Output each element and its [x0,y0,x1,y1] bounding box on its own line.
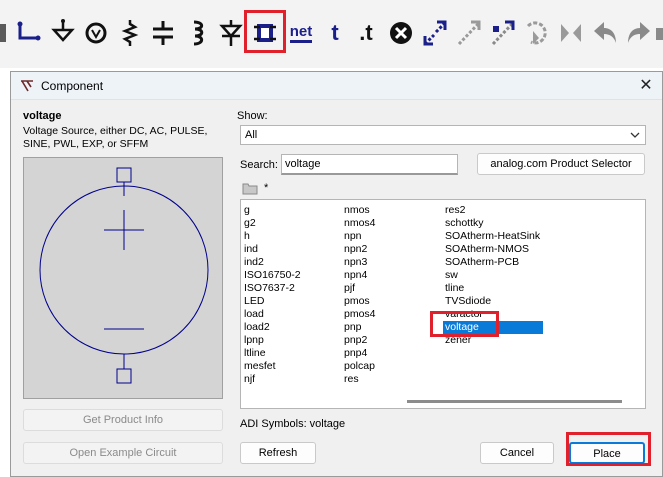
list-item[interactable]: npn3 [344,256,376,269]
list-item[interactable]: mesfet [244,360,301,373]
cancel-button[interactable]: Cancel [480,442,554,464]
list-item[interactable]: ind2 [244,256,301,269]
inductor-icon[interactable] [185,14,211,52]
list-item[interactable]: res2 [445,204,543,217]
symbol-preview [23,157,223,399]
list-item[interactable]: nmos4 [344,217,376,230]
list-item[interactable]: schottky [445,217,543,230]
list-item[interactable]: pnp2 [344,334,376,347]
product-selector-button[interactable]: analog.com Product Selector [477,153,645,175]
folder-icon[interactable] [242,182,258,198]
horizontal-scrollbar[interactable] [407,400,622,403]
undo-icon[interactable] [592,14,618,52]
get-product-info-button[interactable]: Get Product Info [23,409,223,431]
capacitor-icon[interactable] [150,14,176,52]
chevron-down-icon [629,127,641,146]
dialog-title: Component [41,79,104,93]
component-description: Voltage Source, either DC, AC, PULSE, SI… [23,125,208,150]
list-item[interactable]: res [344,373,376,386]
spice-directive-label: .t [359,20,373,45]
rotate-icon[interactable] [523,14,549,52]
list-item[interactable]: npn4 [344,269,376,282]
close-icon[interactable]: ✕ [636,76,656,96]
wire-icon[interactable] [16,14,42,52]
list-item[interactable]: pnp4 [344,347,376,360]
partial-tool-right-icon[interactable] [655,14,663,52]
place-button-highlight [566,432,651,466]
resistor-icon[interactable] [117,14,143,52]
list-item[interactable]: pmos [344,295,376,308]
search-label: Search: [240,159,278,171]
list-item[interactable]: SOAtherm-HeatSink [445,230,543,243]
spice-directive-icon[interactable]: .t [353,14,379,52]
list-item[interactable]: load2 [244,321,301,334]
list-item[interactable]: npn2 [344,243,376,256]
voltage-symbol-drawing [39,167,209,384]
component-list[interactable]: g g2 h ind ind2 ISO16750-2 ISO7637-2 LED… [240,199,646,409]
show-select[interactable]: All [240,125,646,145]
ground-icon[interactable] [50,14,76,52]
list-item[interactable]: ind [244,243,301,256]
text-tool-label: t [331,20,339,45]
diode-icon[interactable] [218,14,244,52]
search-input[interactable]: voltage [281,154,458,175]
list-item[interactable]: LED [244,295,301,308]
list-item[interactable]: SOAtherm-NMOS [445,243,543,256]
component-app-icon [19,78,35,94]
list-item[interactable]: ltline [244,347,301,360]
move-icon[interactable] [456,14,482,52]
refresh-button[interactable]: Refresh [240,442,316,464]
list-item[interactable]: sw [445,269,543,282]
list-item[interactable]: nmos [344,204,376,217]
list-item[interactable]: h [244,230,301,243]
delete-icon[interactable] [388,14,414,52]
list-item[interactable]: pmos4 [344,308,376,321]
list-item[interactable]: g2 [244,217,301,230]
voltage-source-icon[interactable] [83,14,109,52]
list-item[interactable]: tline [445,282,543,295]
component-name: voltage [23,110,62,122]
net-label-icon[interactable]: net [288,14,314,52]
list-item[interactable]: load [244,308,301,321]
list-item[interactable]: ISO16750-2 [244,269,301,282]
redo-icon[interactable] [626,14,652,52]
list-item[interactable]: njf [244,373,301,386]
list-item[interactable]: g [244,204,301,217]
list-item[interactable]: npn [344,230,376,243]
component-dialog: Component ✕ voltage Voltage Source, eith… [10,71,663,477]
duplicate-icon[interactable] [422,14,448,52]
folder-path: * [264,182,269,194]
list-column-2: nmos nmos4 npn npn2 npn3 npn4 pjf pmos p… [344,204,376,386]
list-item[interactable]: SOAtherm-PCB [445,256,543,269]
list-item[interactable]: pnp [344,321,376,334]
adi-symbols-label: ADI Symbols: voltage [240,418,346,430]
list-item[interactable]: polcap [344,360,376,373]
show-label: Show: [237,110,268,122]
list-column-1: g g2 h ind ind2 ISO16750-2 ISO7637-2 LED… [244,204,301,386]
text-icon[interactable]: t [322,14,348,52]
list-item[interactable]: lpnp [244,334,301,347]
component-tool-highlight [244,10,286,53]
list-item[interactable]: pjf [344,282,376,295]
list-item[interactable]: ISO7637-2 [244,282,301,295]
net-label-text: net [289,23,313,43]
selected-item-highlight [430,311,499,337]
mirror-icon[interactable] [558,14,584,52]
drag-icon[interactable] [490,14,516,52]
dialog-titlebar: Component ✕ [11,72,662,100]
open-example-circuit-button[interactable]: Open Example Circuit [23,442,223,464]
toolbar: net t .t [0,0,663,68]
show-select-value: All [245,129,258,141]
list-item[interactable]: TVSdiode [445,295,543,308]
